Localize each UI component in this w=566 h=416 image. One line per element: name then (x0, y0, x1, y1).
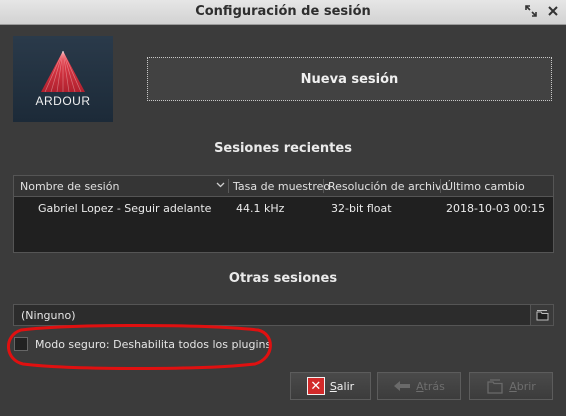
logo-wordmark: ARDOUR (35, 94, 91, 108)
open-folder-icon (486, 378, 504, 394)
arrow-left-icon (393, 380, 411, 392)
other-sessions-value: (Ninguno) (21, 309, 76, 322)
maximize-icon[interactable] (524, 5, 538, 19)
column-header-name[interactable]: Nombre de sesión (20, 180, 119, 193)
open-button[interactable]: Abrir (469, 372, 553, 400)
column-header-modified[interactable]: Último cambio (445, 180, 525, 193)
back-button[interactable]: Atrás (377, 372, 461, 400)
close-window-icon[interactable] (546, 5, 560, 19)
table-header: Nombre de sesión Tasa de muestreo Resolu… (14, 176, 553, 197)
red-annotation-circle (7, 324, 272, 370)
open-label: Abrir (509, 379, 536, 393)
back-label: Atrás (416, 379, 445, 393)
window-title: Configuración de sesión (195, 4, 371, 19)
modified-cell: 2018-10-03 00:15 (446, 202, 546, 215)
new-session-button[interactable]: Nueva sesión (147, 57, 552, 101)
folder-icon[interactable] (530, 305, 553, 325)
column-separator (323, 179, 324, 193)
other-sessions-heading: Otras sesiones (228, 271, 338, 286)
table-row[interactable]: Gabriel Lopez - Seguir adelante 44.1 kHz… (14, 199, 553, 219)
session-name-cell: Gabriel Lopez - Seguir adelante (38, 202, 212, 215)
title-bar[interactable]: Configuración de sesión (0, 0, 566, 25)
column-header-resolution[interactable]: Resolución de archivo (328, 180, 448, 193)
session-setup-window: Configuración de sesión ARDOUR Nueva ses… (0, 0, 566, 416)
ardour-logo: ARDOUR (13, 36, 113, 122)
column-separator (228, 179, 229, 193)
chevron-down-icon[interactable] (216, 180, 225, 192)
quit-label: Salir (329, 379, 355, 393)
column-header-rate[interactable]: Tasa de muestreo (233, 180, 330, 193)
sample-rate-cell: 44.1 kHz (236, 202, 285, 215)
resolution-cell: 32-bit float (331, 202, 392, 215)
recent-sessions-heading: Sesiones recientes (214, 141, 352, 156)
quit-button[interactable]: ✕ Salir (290, 372, 371, 400)
recent-sessions-table[interactable]: Nombre de sesión Tasa de muestreo Resolu… (13, 175, 554, 253)
close-icon: ✕ (306, 377, 325, 395)
column-separator (440, 179, 441, 193)
